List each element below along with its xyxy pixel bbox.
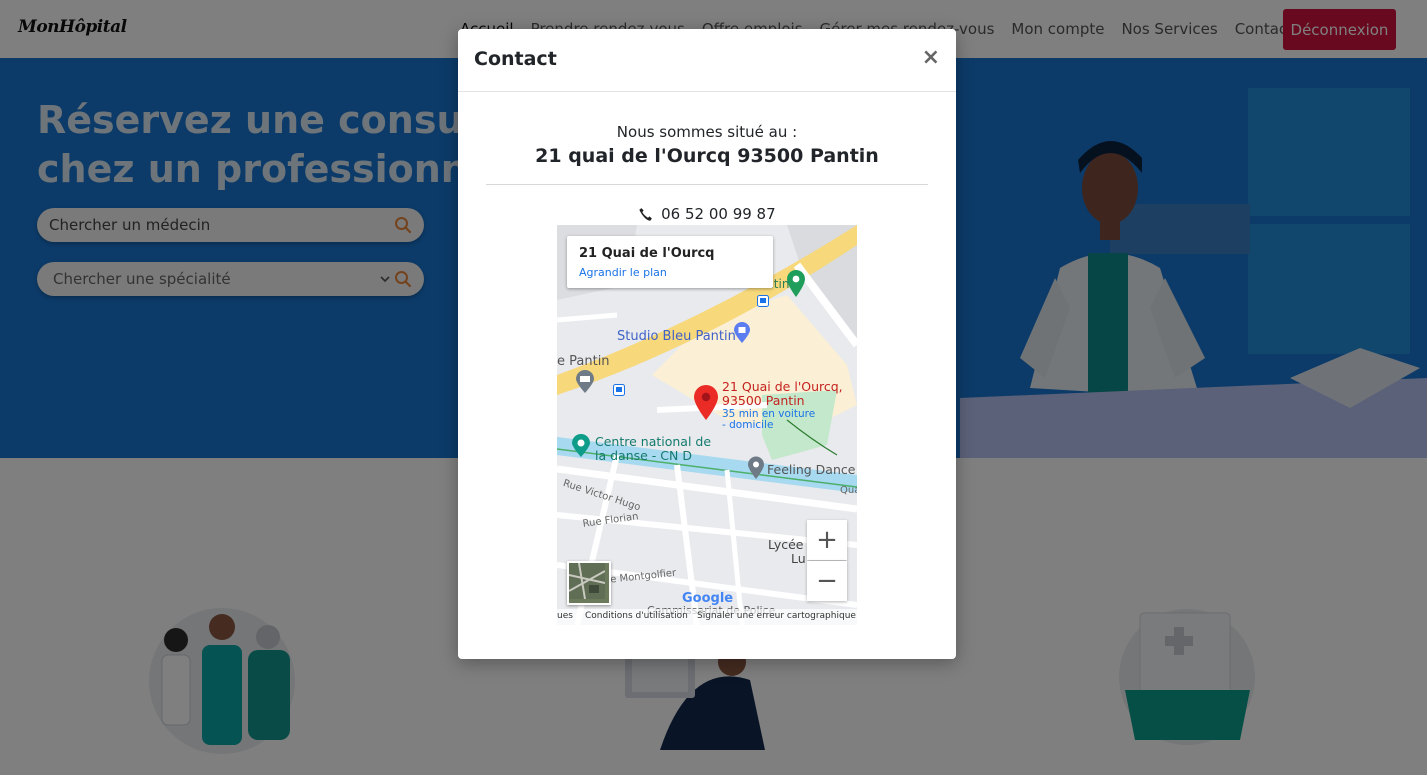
- phone-row: 06 52 00 99 87: [458, 205, 956, 223]
- bus-stop-icon[interactable]: [757, 295, 769, 307]
- map-label-lycee-line2[interactable]: Lu: [791, 551, 806, 566]
- map-pin-label-line1: 21 Quai de l'Ourcq,: [722, 379, 843, 394]
- map-label-cnd-line2[interactable]: la danse - CN D: [595, 448, 692, 463]
- map-label-lycee-line1[interactable]: Lycée: [768, 537, 803, 552]
- map-pin-label-line2: 93500 Pantin: [722, 393, 805, 408]
- map-card-title: 21 Quai de l'Ourcq: [579, 246, 715, 261]
- satellite-layer-toggle[interactable]: [567, 561, 611, 605]
- modal-header: Contact ×: [458, 29, 956, 92]
- google-logo: Google: [682, 591, 734, 606]
- contact-modal: Contact × Nous sommes situé au : 21 quai…: [458, 29, 956, 659]
- bus-stop-icon[interactable]: [613, 384, 625, 396]
- close-icon[interactable]: ×: [922, 45, 940, 70]
- place-pin-icon[interactable]: [747, 456, 765, 480]
- google-map[interactable]: Fitness Park Pantin Studio Bleu Pantin e…: [557, 225, 857, 625]
- map-footer: ues Conditions d'utilisation Signaler un…: [557, 609, 857, 625]
- modal-title: Contact: [474, 48, 557, 70]
- address-intro: Nous sommes situé au :: [616, 123, 798, 141]
- map-footer-shortcuts[interactable]: ues: [557, 611, 573, 621]
- zoom-in-button[interactable]: +: [807, 520, 847, 560]
- location-pin-icon[interactable]: [693, 385, 719, 421]
- phone-icon: [639, 208, 653, 221]
- divider: [486, 184, 928, 185]
- museum-pin-icon[interactable]: [575, 370, 595, 394]
- map-report-error-link[interactable]: Signaler une erreur cartographique: [697, 611, 856, 621]
- map-label-pantin[interactable]: e Pantin: [557, 354, 610, 369]
- zoom-out-button[interactable]: −: [807, 561, 847, 601]
- dance-pin-icon[interactable]: [571, 434, 591, 458]
- map-terms-link[interactable]: Conditions d'utilisation: [585, 611, 688, 621]
- map-label-cnd-line1[interactable]: Centre national de: [595, 434, 711, 449]
- map-travel-line2: - domicile: [722, 419, 774, 431]
- satellite-thumbnail-icon: [568, 562, 606, 600]
- map-info-card: 21 Quai de l'Ourcq Agrandir le plan: [567, 236, 773, 288]
- map-label-feeling[interactable]: Feeling Dance: [767, 462, 855, 477]
- address-text: 21 quai de l'Ourcq 93500 Pantin: [535, 145, 879, 167]
- phone-number[interactable]: 06 52 00 99 87: [661, 205, 776, 223]
- map-label-quai: Qua: [840, 485, 857, 496]
- enlarge-map-link[interactable]: Agrandir le plan: [579, 266, 667, 279]
- map-label-studio[interactable]: Studio Bleu Pantin: [617, 329, 736, 344]
